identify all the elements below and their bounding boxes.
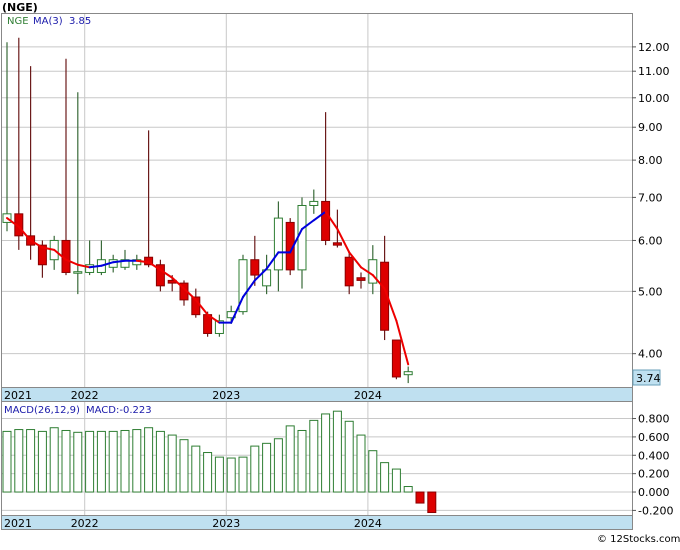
macd-bar — [214, 456, 224, 493]
macd-bar — [368, 450, 378, 493]
macd-y-tick-label: 0.000 — [638, 486, 670, 499]
macd-bar — [155, 430, 165, 493]
macd-y-tick-label: 0.200 — [638, 468, 670, 481]
candle-body — [73, 271, 83, 274]
macd-bar — [167, 434, 177, 493]
macd-bar — [297, 429, 307, 493]
price-x-tick-label: 2021 — [4, 389, 32, 402]
macd-bar — [262, 442, 272, 493]
macd-bar — [380, 462, 390, 493]
macd-x-tick-label: 2021 — [4, 517, 32, 530]
macd-bar — [61, 429, 71, 493]
macd-bar — [144, 427, 154, 493]
macd-bar — [108, 430, 118, 493]
macd-value: MACD:-0.223 — [86, 405, 152, 416]
macd-bar — [321, 413, 331, 493]
macd-bar — [191, 445, 201, 493]
ma-label: MA(3) — [33, 16, 63, 27]
macd-bar — [37, 430, 47, 493]
price-y-tick-label: 7.00 — [638, 191, 663, 204]
watermark: © 12Stocks.com — [597, 534, 680, 545]
macd-bar — [26, 429, 36, 493]
price-y-tick-label: 4.00 — [638, 348, 663, 361]
macd-y-tick-label: 0.400 — [638, 449, 670, 462]
price-x-tick-label: 2024 — [354, 389, 382, 402]
candle-body — [297, 204, 307, 271]
candle-body — [391, 339, 401, 378]
price-y-tick-label: 6.00 — [638, 234, 663, 247]
macd-bar — [356, 434, 366, 493]
macd-bar — [273, 438, 283, 493]
chart-canvas: 4.005.006.007.008.009.0010.0011.0012.00 … — [1, 1, 680, 545]
candle — [391, 339, 401, 380]
stock-chart-widget: 4.00 5.00 6.00 7.00 8.00 9.00 10.00 11.00 12.00 … — [0, 0, 680, 546]
macd-x-tick-label: 2024 — [354, 517, 382, 530]
macd-y-tick-label: -0.200 — [638, 504, 673, 517]
macd-bar — [403, 486, 413, 493]
macd-bar — [332, 410, 342, 493]
macd-bar — [2, 430, 12, 493]
price-y-tick-label: 8.00 — [638, 154, 663, 167]
macd-bar — [226, 457, 236, 493]
macd-bar — [73, 431, 83, 493]
price-y-tick-label: 12.00 — [638, 41, 670, 54]
candle — [238, 254, 248, 315]
price-y-axis: 4.00 5.00 6.00 7.00 8.00 9.00 10.00 11.00 12.00 — [632, 41, 670, 361]
ticker-label: NGE — [7, 16, 29, 27]
candle-body — [250, 259, 260, 276]
chart-title: (NGE) — [2, 1, 38, 14]
macd-x-tick-label: 2023 — [212, 517, 240, 530]
candle-body — [332, 242, 342, 246]
price-y-tick-label: 11.00 — [638, 65, 670, 78]
macd-bar — [179, 439, 189, 493]
price-x-tick-label: 2023 — [212, 389, 240, 402]
candle-body — [344, 256, 354, 287]
price-x-tick-label: 2022 — [71, 389, 99, 402]
candle-body — [356, 277, 366, 281]
macd-bar — [427, 491, 437, 514]
macd-bar — [49, 427, 59, 493]
price-y-tick-label: 9.00 — [638, 121, 663, 134]
macd-bar — [132, 429, 142, 493]
macd-bar — [285, 425, 295, 493]
macd-bar — [85, 430, 95, 493]
macd-label: MACD(26,12,9) — [4, 405, 80, 416]
candle-body — [309, 200, 319, 206]
macd-bar — [14, 429, 24, 493]
macd-bar — [415, 491, 425, 504]
candle-body — [403, 371, 413, 376]
candle-body — [321, 200, 331, 241]
price-panel — [1, 13, 633, 388]
macd-y-tick-label: 0.800 — [638, 413, 670, 426]
macd-x-tick-label: 2022 — [71, 517, 99, 530]
macd-bar — [238, 456, 248, 493]
ma-value: 3.85 — [69, 16, 91, 27]
candle-body — [273, 217, 283, 271]
macd-bar — [344, 420, 354, 493]
macd-bar — [203, 452, 213, 493]
macd-bar — [309, 419, 319, 493]
price-y-tick-label: 5.00 — [638, 285, 663, 298]
macd-bar — [120, 429, 130, 493]
macd-bar — [96, 430, 106, 493]
macd-bar — [391, 468, 401, 493]
macd-bar — [250, 445, 260, 493]
macd-y-tick-label: 0.600 — [638, 431, 670, 444]
macd-y-axis: 0.800 0.600 0.400 0.200 0.000 -0.200 — [632, 413, 673, 517]
price-y-tick-label: 10.00 — [638, 92, 670, 105]
last-price-tag: 3.74 — [636, 372, 661, 385]
